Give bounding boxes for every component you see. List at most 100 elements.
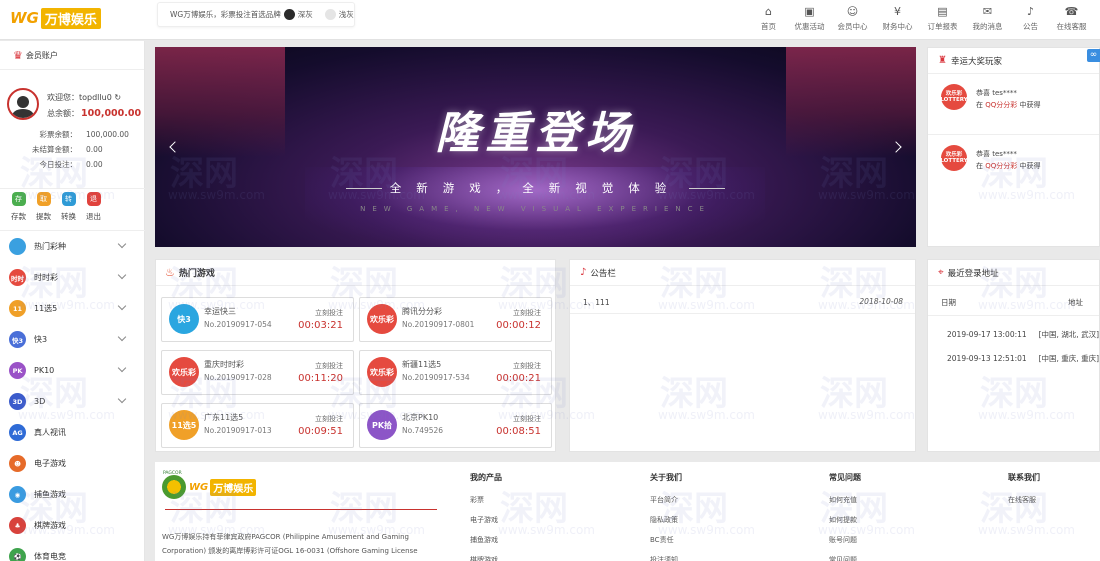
bet-now-button[interactable]: 立刻投注 [315,361,343,371]
theme-light-swatch[interactable] [324,9,336,20]
winner-game-link[interactable]: QQ分分彩 [985,101,1017,109]
footer-link[interactable]: 捕鱼游戏 [470,535,502,555]
hero-banner[interactable]: 隆重登场 全新游戏，全新视觉体验 NEW GAME, NEW VISUAL EX… [155,47,916,247]
chevron-down-icon[interactable] [117,270,127,280]
game-name: 幸运快三 [204,307,236,316]
menu-item-label: PK10 [34,366,55,375]
menu-item-pk10[interactable]: PK PK10 [0,355,145,386]
game-card[interactable]: 欢乐彩 新疆11选5 No.20190917-534 立刻投注 00:00:21 [359,350,552,395]
nav-finance[interactable]: ¥ 财务中心 [875,4,920,32]
login-col-date: 日期 [941,298,956,307]
footer-link[interactable]: 投注须知 [650,555,682,561]
bet-now-button[interactable]: 立刻投注 [513,361,541,371]
home-icon: ⌂ [765,5,772,18]
footer-link[interactable]: 在线客服 [1008,495,1040,515]
chevron-down-icon[interactable] [117,363,127,373]
menu-item-globe[interactable]: 热门彩种 [0,231,145,262]
service-icon: ☎ [1064,5,1079,18]
banner-english: NEW GAME, NEW VISUAL EXPERIENCE [360,205,711,213]
nav-bell[interactable]: ♪ 公告 [1010,4,1051,32]
menu-item-ag[interactable]: AG 真人视讯 [0,417,145,448]
chevron-down-icon[interactable] [117,301,127,311]
chevron-down-icon[interactable] [117,239,127,249]
footer-column: 关于我们平台简介 隐私政策 BC责任 投注须知 [650,472,682,561]
deposit-button[interactable]: 存存款 [6,189,31,235]
footer-link[interactable]: 隐私政策 [650,515,682,535]
footer-link[interactable]: 棋牌游戏 [470,555,502,561]
refresh-icon[interactable]: ↻ [114,93,121,102]
game-card[interactable]: 欢乐彩 重庆时时彩 No.20190917-028 立刻投注 00:11:20 [161,350,354,395]
chevron-down-icon[interactable] [117,394,127,404]
share-icon[interactable]: ∞ [1087,49,1100,62]
theme-dark-label[interactable]: 深灰 [298,9,313,20]
bet-now-button[interactable]: 立刻投注 [513,308,541,318]
notice-panel: ♪ 公告栏 1、111 2018-10-08 [569,259,916,452]
nav-report[interactable]: ▤ 订单报表 [920,4,965,32]
countdown: 00:03:21 [298,320,343,331]
finance-icon: ¥ [894,5,901,18]
bet-now-button[interactable]: 立刻投注 [315,414,343,424]
footer-link[interactable]: 平台简介 [650,495,682,515]
game-name: 北京PK10 [402,413,439,422]
game-card[interactable]: 欢乐彩 腾讯分分彩 No.20190917-0801 立刻投注 00:00:12 [359,297,552,342]
menu-item-label: 11选5 [34,304,58,313]
countdown: 00:00:12 [496,320,541,331]
menu-item-label: 真人视讯 [34,428,66,437]
footer-link[interactable]: 如何充值 [829,495,861,515]
withdraw-button[interactable]: 取提款 [31,189,56,235]
theme-dark-swatch[interactable] [283,9,295,20]
menu-item-sport[interactable]: ⚽ 体育电竞 [0,541,145,561]
footer-link[interactable]: BC责任 [650,535,682,555]
nav-message[interactable]: ✉ 我的消息 [965,4,1010,32]
nav-user[interactable]: ☺ 会员中心 [830,4,875,32]
bet-now-button[interactable]: 立刻投注 [315,308,343,318]
footer-link[interactable]: 彩票 [470,495,502,515]
transfer-button[interactable]: 转转换 [56,189,81,235]
bet-now-button[interactable]: 立刻投注 [513,414,541,424]
pk10-icon: PK [9,362,26,379]
menu-item-k3[interactable]: 快3 快3 [0,324,145,355]
game-logo-icon: 欢乐彩 [169,357,199,387]
3d-icon: 3D [9,393,26,410]
menu-item-ssc[interactable]: 时时 时时彩 [0,262,145,293]
sidebar: ♛ 会员账户 欢迎您：topdllu0 ↻ 总余额： 100,000.00 彩票余… [0,41,145,561]
footer-link[interactable]: 如何提款 [829,515,861,535]
login-row: 2019-09-17 13:00:11 [中国, 湖北, 武汉] [947,329,1099,339]
chevron-down-icon[interactable] [117,332,127,342]
footer-link[interactable]: 常见问题 [829,555,861,561]
theme-light-label[interactable]: 浅灰 [339,9,354,20]
nav-label: 会员中心 [837,22,868,31]
menu-item-3d[interactable]: 3D 3D [0,386,145,417]
logout-button[interactable]: 退退出 [81,189,106,235]
footer-link[interactable]: 电子游戏 [470,515,502,535]
menu-item-slot[interactable]: ☻ 电子游戏 [0,448,145,479]
footer-column-title: 关于我们 [650,473,682,482]
nav-label: 公告 [1023,22,1038,31]
theme-switcher: WG万博娱乐，彩票投注首选品牌 深灰 浅灰 [157,2,355,27]
nav-gift[interactable]: ▣ 优惠活动 [789,4,830,32]
menu-item-11x5[interactable]: 11 11选5 [0,293,145,324]
lottery-logo-icon: 欢乐彩 LOTTERY [940,145,968,171]
login-header: ⌖ 最近登录地址 [928,260,1099,286]
winner-item: 欢乐彩 LOTTERY 恭喜 tes**** 在 QQ分分彩 中获得 [928,134,1099,184]
footer-column-title: 我的产品 [470,473,502,482]
winner-game-link[interactable]: QQ分分彩 [985,162,1017,170]
lucky-winners-panel: ♜ 幸运大奖玩家 欢乐彩 LOTTERY 恭喜 tes**** 在 QQ分分彩 中获… [927,47,1100,247]
site-logo[interactable]: WG 万博娱乐 [10,7,101,29]
nav-home[interactable]: ⌂ 首页 [748,4,789,32]
menu-item-cards[interactable]: ♣ 棋牌游戏 [0,510,145,541]
slot-icon: ☻ [9,455,26,472]
nav-label: 首页 [761,22,776,31]
report-icon: ▤ [937,5,948,18]
balance-rows: 彩票余额： 100,000.00 未结算金额： 0.00 今日投注： 0.00 [0,127,145,172]
hot-games-panel: ♨ 热门游戏 快3 幸运快三 No.20190917-054 立刻投注 00:03:21… [155,259,556,452]
avatar[interactable] [7,88,39,120]
game-card[interactable]: 11选5 广东11选5 No.20190917-013 立刻投注 00:09:51 [161,403,354,448]
notice-item[interactable]: 1、111 2018-10-08 [570,286,915,308]
game-card[interactable]: 快3 幸运快三 No.20190917-054 立刻投注 00:03:21 [161,297,354,342]
footer-link[interactable]: 账号问题 [829,535,861,555]
game-card[interactable]: PK拾 北京PK10 No.749526 立刻投注 00:08:51 [359,403,552,448]
menu-item-fish[interactable]: ◉ 捕鱼游戏 [0,479,145,510]
nav-service[interactable]: ☎ 在线客服 [1051,4,1092,32]
nav-label: 优惠活动 [794,22,825,31]
